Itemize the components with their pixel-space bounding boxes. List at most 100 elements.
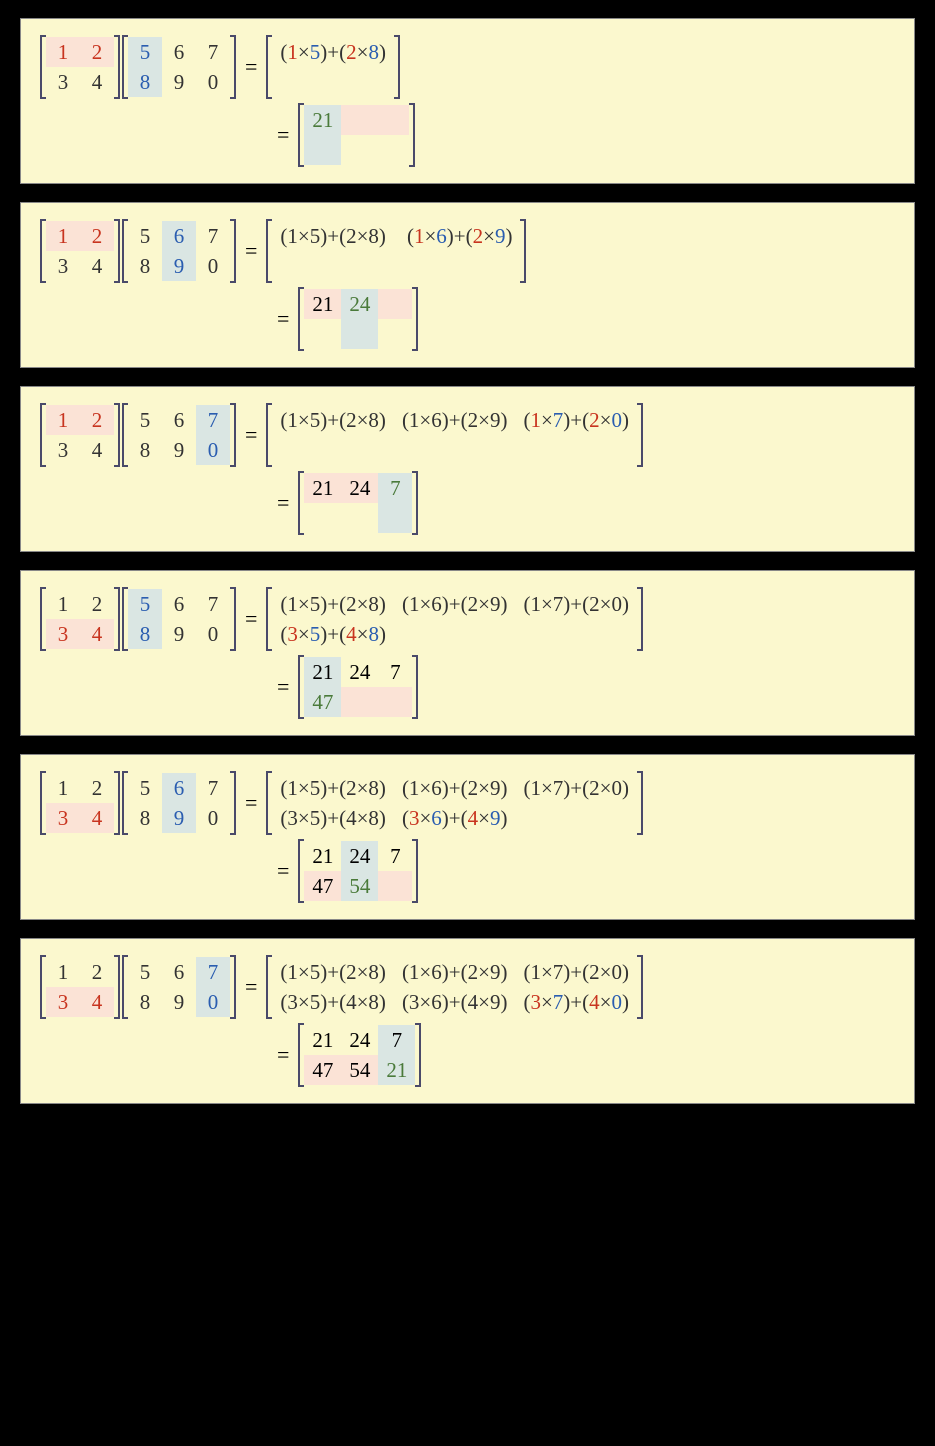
matrix-b-cell: 6 [162,405,196,435]
matrix-b: 567890 [128,221,230,281]
expression-matrix: (1×5)+(2×8) [272,37,394,97]
matrix-a-cell: 1 [46,957,80,987]
expression-cell [515,803,637,833]
expression-matrix: (1×5)+(2×8) (1×6)+(2×9) [272,221,520,281]
matrix-a-cell: 3 [46,987,80,1017]
matrix-a-cell: 2 [80,221,114,251]
result-matrix: 212474754 [304,841,412,901]
expression-cell: (1×5)+(2×8) (1×6)+(2×9) [272,221,520,251]
result-matrix: 21 [304,105,409,165]
matrix-a-cell: 1 [46,405,80,435]
equals-sign: = [245,54,257,80]
expression-cell: (3×5)+(4×8) [272,987,394,1017]
step-line-1: 1234567890=(1×5)+(2×8)(1×6)+(2×9)(1×7)+(… [39,771,896,835]
expression-matrix: (1×5)+(2×8)(1×6)+(2×9)(1×7)+(2×0)(3×5)+(… [272,589,637,649]
matrix-a-cell: 4 [80,619,114,649]
matrix-b-cell: 5 [128,957,162,987]
matrix-b-cell: 7 [196,37,230,67]
matrix-b-cell: 7 [196,405,230,435]
result-cell [341,503,378,533]
step-panel-5: 1234567890=(1×5)+(2×8)(1×6)+(2×9)(1×7)+(… [20,754,915,920]
result-cell: 47 [304,1055,341,1085]
step-line-2: =2124 [39,287,896,351]
equals-sign: = [245,974,257,1000]
equals-sign: = [277,858,289,884]
matrix-b: 567890 [128,405,230,465]
matrix-a-cell: 4 [80,987,114,1017]
expression-cell: (1×5)+(2×8) [272,773,394,803]
step-line-2: =21247475421 [39,1023,896,1087]
result-cell: 24 [341,657,378,687]
matrix-a: 1234 [46,221,114,281]
equals-sign: = [277,674,289,700]
result-cell: 21 [304,473,341,503]
matrix-a: 1234 [46,589,114,649]
step-line-2: = 212474754 [39,839,896,903]
expression-cell: (1×7)+(2×0) [515,589,637,619]
matrix-b: 567890 [128,589,230,649]
matrix-a-cell: 2 [80,37,114,67]
expression-cell: (3×5)+(4×8) [272,619,394,649]
result-cell: 24 [341,473,378,503]
matrix-b-cell: 7 [196,589,230,619]
matrix-b-cell: 0 [196,435,230,465]
matrix-a-cell: 1 [46,221,80,251]
result-cell: 47 [304,871,341,901]
expression-matrix: (1×5)+(2×8)(1×6)+(2×9)(1×7)+(2×0)(3×5)+(… [272,957,637,1017]
result-cell: 21 [304,1025,341,1055]
equals-sign: = [245,606,257,632]
matrix-a-cell: 3 [46,803,80,833]
equals-sign: = [277,490,289,516]
matrix-a-cell: 2 [80,773,114,803]
matrix-a-cell: 3 [46,619,80,649]
result-cell [378,687,412,717]
matrix-b-cell: 7 [196,221,230,251]
step-panel-3: 1234567890=(1×5)+(2×8)(1×6)+(2×9)(1×7)+(… [20,386,915,552]
expression-cell: (1×6)+(2×9) [394,405,516,435]
matrix-b: 567890 [128,37,230,97]
result-cell [304,503,341,533]
result-matrix: 2124 [304,289,412,349]
step-line-2: = 21247 [39,471,896,535]
result-cell: 21 [304,289,341,319]
matrix-a-cell: 2 [80,405,114,435]
matrix-b-cell: 5 [128,773,162,803]
expression-cell: (1×6)+(2×9) [394,773,516,803]
expression-cell [515,435,637,465]
matrix-a-cell: 2 [80,589,114,619]
expression-cell [394,619,516,649]
matrix-a: 1234 [46,957,114,1017]
result-cell [341,687,378,717]
result-cell [378,319,412,349]
result-cell: 24 [341,841,378,871]
matrix-b-cell: 6 [162,37,196,67]
matrix-a-cell: 3 [46,251,80,281]
result-cell: 47 [304,687,341,717]
result-matrix: 21247 [304,473,412,533]
expression-matrix: (1×5)+(2×8)(1×6)+(2×9)(1×7)+(2×0) [272,405,637,465]
result-cell: 21 [304,105,341,135]
matrix-b-cell: 9 [162,619,196,649]
equals-sign: = [245,422,257,448]
matrix-b-cell: 0 [196,251,230,281]
matrix-b-cell: 0 [196,619,230,649]
matrix-b-cell: 5 [128,589,162,619]
step-panel-2: 1234567890=(1×5)+(2×8) (1×6)+(2×9) =2124 [20,202,915,368]
matrix-b: 567890 [128,773,230,833]
equals-sign: = [245,238,257,264]
expression-cell: (1×7)+(2×0) [515,957,637,987]
step-line-2: =2124747 [39,655,896,719]
step-line-1: 1234567890=(1×5)+(2×8)(1×6)+(2×9)(1×7)+(… [39,955,896,1019]
expression-cell: (1×7)+(2×0) [515,773,637,803]
matrix-b-cell: 6 [162,221,196,251]
result-cell: 7 [378,473,412,503]
matrix-a-cell: 3 [46,67,80,97]
result-cell: 7 [378,657,412,687]
expression-cell [272,67,394,97]
expression-cell [394,435,516,465]
result-cell: 24 [341,1025,378,1055]
expression-cell: (3×6)+(4×9) [394,987,516,1017]
matrix-a-cell: 1 [46,589,80,619]
matrix-b-cell: 8 [128,251,162,281]
step-line-1: 1234567890=(1×5)+(2×8)(1×6)+(2×9)(1×7)+(… [39,587,896,651]
